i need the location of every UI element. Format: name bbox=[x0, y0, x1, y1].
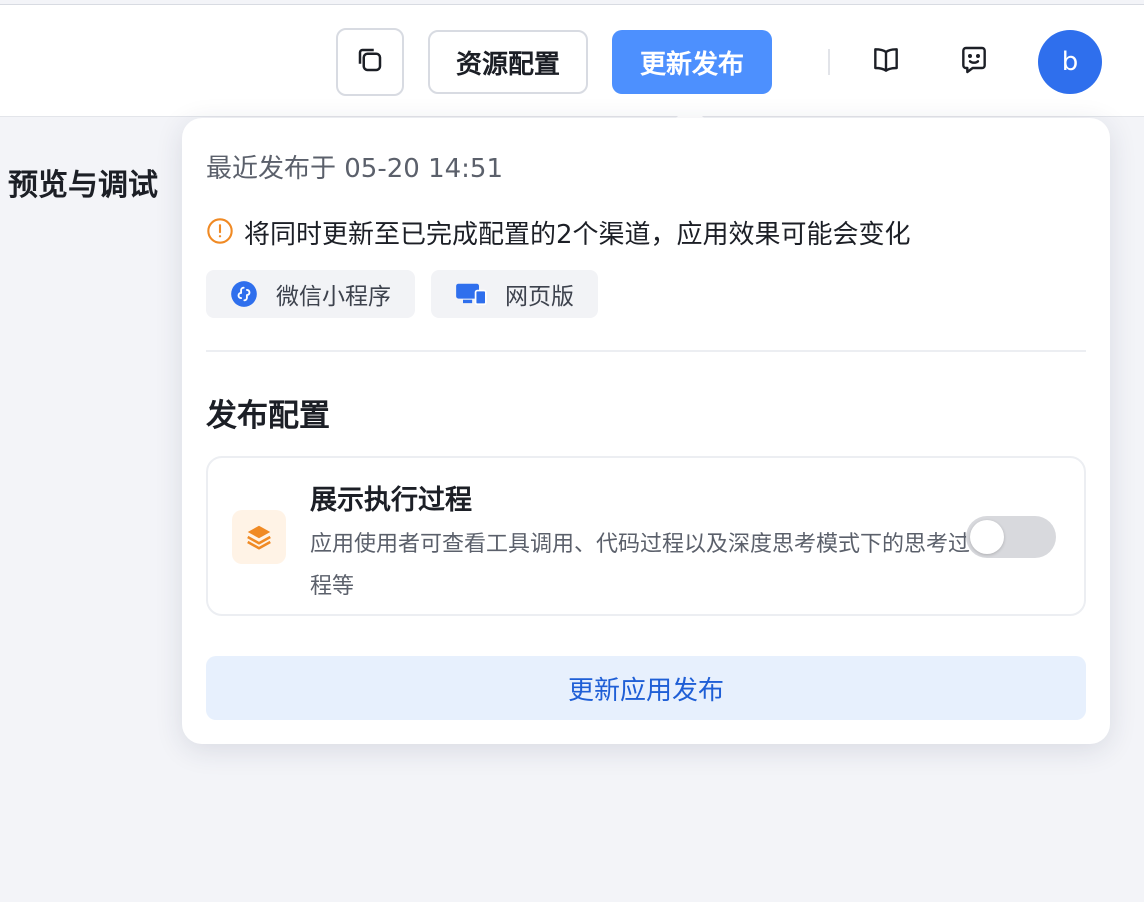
resource-config-button[interactable]: 资源配置 bbox=[428, 30, 588, 94]
header-bar: 资源配置 更新发布 b bbox=[0, 5, 1144, 117]
layers-icon bbox=[232, 510, 286, 564]
user-avatar[interactable]: b bbox=[1038, 30, 1102, 94]
option-title: 展示执行过程 bbox=[310, 485, 472, 516]
option-description: 应用使用者可查看工具调用、代码过程以及深度思考模式下的思考过程等 bbox=[310, 532, 971, 599]
section-divider bbox=[206, 350, 1086, 352]
channel-chip-web[interactable]: 网页版 bbox=[431, 270, 598, 318]
channel-label: 微信小程序 bbox=[276, 284, 391, 310]
show-process-toggle[interactable] bbox=[966, 516, 1056, 558]
copy-icon bbox=[355, 45, 385, 79]
toggle-knob bbox=[970, 520, 1004, 554]
channel-chip-wechat[interactable]: 微信小程序 bbox=[206, 270, 415, 318]
docs-button[interactable] bbox=[866, 42, 906, 82]
last-publish-time: 最近发布于 05-20 14:51 bbox=[206, 154, 504, 184]
popover-arrow bbox=[676, 104, 704, 118]
book-icon bbox=[870, 44, 902, 80]
warning-row: 将同时更新至已完成配置的2个渠道，应用效果可能会变化 bbox=[206, 214, 911, 251]
channel-list: 微信小程序 网页版 bbox=[206, 270, 614, 318]
publish-popover: 最近发布于 05-20 14:51 将同时更新至已完成配置的2个渠道，应用效果可… bbox=[182, 118, 1110, 744]
update-publish-button[interactable]: 更新应用发布 bbox=[206, 656, 1086, 720]
warning-icon bbox=[206, 217, 234, 249]
feedback-icon bbox=[958, 44, 990, 80]
wechat-miniprogram-icon bbox=[230, 280, 258, 308]
warning-text: 将同时更新至已完成配置的2个渠道，应用效果可能会变化 bbox=[244, 220, 911, 250]
publish-button[interactable]: 更新发布 bbox=[612, 30, 772, 94]
web-icon bbox=[455, 281, 487, 307]
copy-button[interactable] bbox=[336, 28, 404, 96]
header-divider bbox=[828, 49, 830, 75]
publish-config-title: 发布配置 bbox=[206, 398, 330, 434]
show-process-card: 展示执行过程 应用使用者可查看工具调用、代码过程以及深度思考模式下的思考过程等 bbox=[206, 456, 1086, 616]
feedback-button[interactable] bbox=[954, 42, 994, 82]
channel-label: 网页版 bbox=[505, 284, 574, 310]
preview-debug-title: 预览与调试 bbox=[8, 168, 158, 203]
